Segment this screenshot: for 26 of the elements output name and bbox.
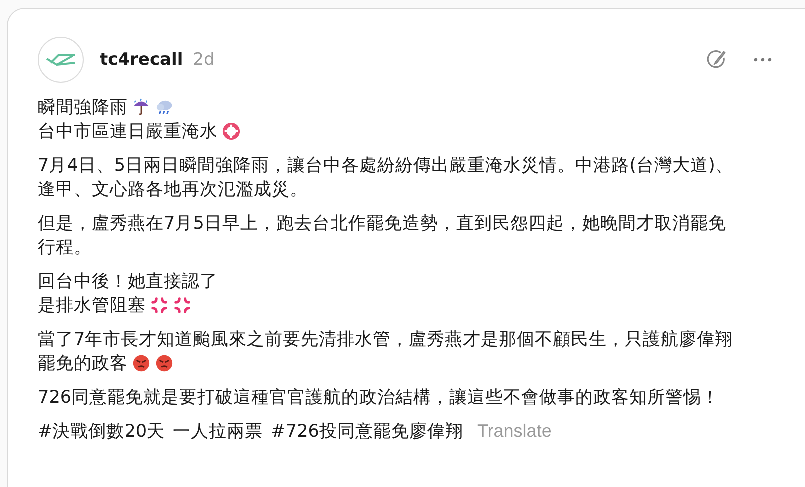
post-text: 罷免的政客 bbox=[38, 353, 128, 375]
post-text: 7月4日、5日兩日瞬間強降雨，讓台中各處紛紛傳出嚴重淹水災情。中港路(台灣大道)、 bbox=[38, 155, 734, 177]
username[interactable]: tc4recall bbox=[100, 50, 184, 70]
post-text: 當了7年市長才知道颱風來之前要先清排水管，盧秀燕才是那個不顧民生，只護航廖偉翔 bbox=[38, 329, 734, 351]
post-text: 逢甲、文心路各地再次氾濫成災。 bbox=[38, 179, 308, 201]
angry-face-icon bbox=[155, 354, 174, 372]
hashtag-link[interactable]: 一人拉兩票 bbox=[173, 419, 264, 443]
hashtag-link[interactable]: #726投同意罷免廖偉翔 bbox=[271, 419, 464, 443]
umbrella-icon bbox=[132, 98, 151, 116]
anger-icon bbox=[173, 296, 192, 314]
post-text: 回台中後！她直接認了 bbox=[38, 271, 218, 293]
post-text: 726同意罷免就是要打破這種官官護航的政治結構，讓這些不會做事的政客知所警惕！ bbox=[38, 387, 720, 409]
anger-icon bbox=[150, 296, 169, 314]
hashtag-link[interactable]: #決戰倒數20天 bbox=[38, 419, 166, 443]
post-text: 但是，盧秀燕在7月5日早上，跑去台北作罷免造勢，直到民怨四起，她晚間才取消罷免 bbox=[38, 213, 726, 235]
lifebuoy-icon bbox=[222, 122, 241, 140]
post-text: 台中市區連日嚴重淹水 bbox=[38, 121, 218, 143]
post-time: 2d bbox=[193, 50, 215, 70]
more-icon[interactable] bbox=[754, 58, 772, 62]
post-text: 是排水管阻塞 bbox=[38, 295, 146, 317]
post-text: 瞬間強降雨 bbox=[38, 97, 128, 119]
edit-icon[interactable] bbox=[706, 49, 728, 71]
post-text: 行程。 bbox=[38, 237, 92, 259]
angry-face-icon bbox=[132, 354, 151, 372]
avatar[interactable] bbox=[38, 37, 84, 83]
logo-icon bbox=[45, 51, 77, 69]
